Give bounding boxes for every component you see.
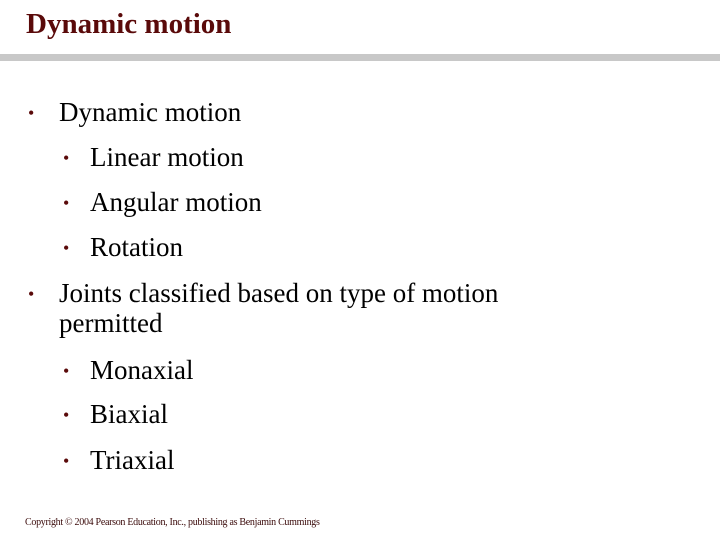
bullet-icon: • (63, 361, 70, 381)
bullet-icon: • (63, 451, 70, 471)
copyright-footer: Copyright © 2004 Pearson Education, Inc.… (25, 517, 320, 528)
bullet-icon: • (28, 284, 35, 304)
bullet-icon: • (63, 193, 70, 213)
bullet-text: permitted (59, 308, 163, 338)
bullet-text: Joints classified based on type of motio… (59, 278, 499, 308)
bullet-item: • Angular motion (63, 187, 262, 217)
bullet-item: • Biaxial (63, 399, 168, 429)
bullet-icon: • (28, 103, 35, 123)
bullet-item: • Monaxial (63, 355, 194, 385)
bullet-item: • Dynamic motion (28, 97, 242, 127)
bullet-text: Monaxial (90, 355, 194, 385)
bullet-item: • Triaxial (63, 445, 175, 475)
bullet-item: • Joints classified based on type of mot… (28, 278, 499, 308)
title-divider (0, 54, 720, 61)
bullet-item: • Linear motion (63, 142, 244, 172)
bullet-text: Triaxial (90, 445, 175, 475)
bullet-text: Angular motion (90, 187, 262, 217)
bullet-text: Rotation (90, 232, 183, 262)
bullet-icon: • (63, 405, 70, 425)
bullet-item: • Rotation (63, 232, 183, 262)
bullet-icon: • (63, 238, 70, 258)
bullet-text: Linear motion (90, 142, 244, 172)
bullet-icon: • (63, 148, 70, 168)
bullet-text: Dynamic motion (59, 97, 242, 127)
bullet-text: Biaxial (90, 399, 168, 429)
slide-title: Dynamic motion (26, 8, 232, 40)
bullet-item-continuation: permitted (59, 308, 162, 338)
